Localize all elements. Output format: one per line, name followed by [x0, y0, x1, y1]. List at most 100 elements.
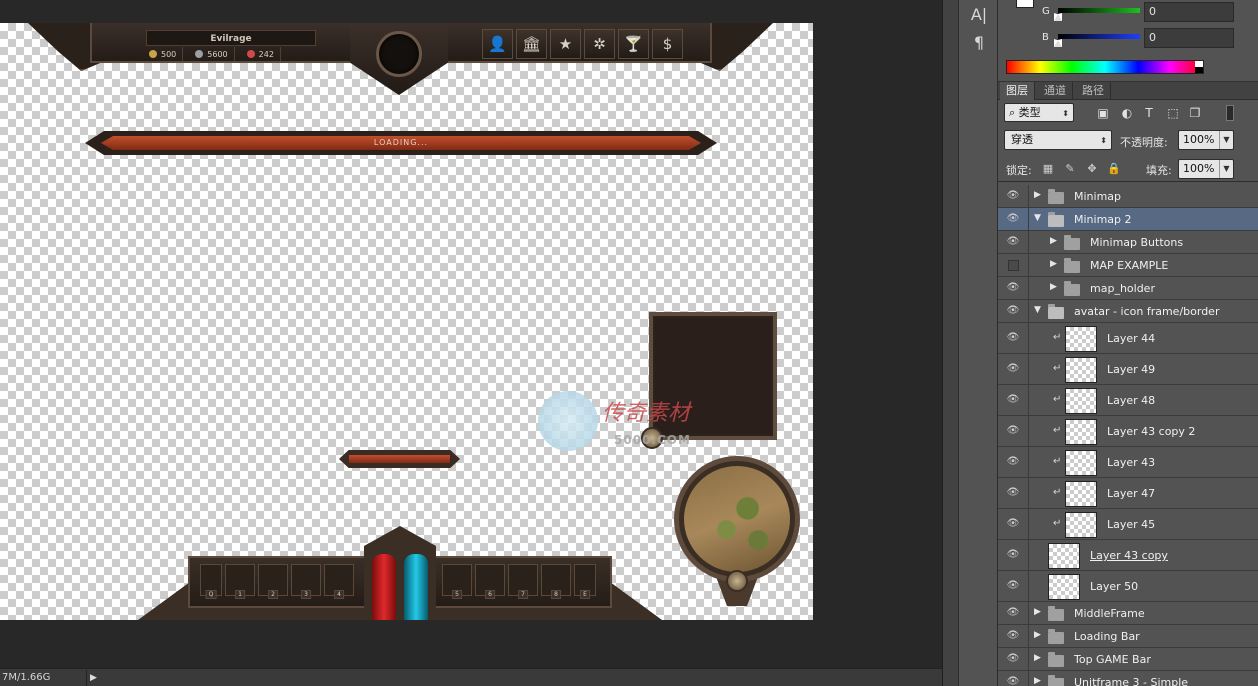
- expand-arrow-icon[interactable]: ▶: [1050, 236, 1057, 246]
- eye-icon[interactable]: 👁: [1006, 518, 1020, 529]
- status-menu-arrow-icon[interactable]: ▶: [86, 670, 100, 686]
- layer-row[interactable]: 👁 ↵ Layer 43 copy 2: [998, 416, 1258, 447]
- paragraph-tool-icon[interactable]: ¶: [968, 32, 990, 54]
- group-row[interactable]: 👁 ▶ Unitframe 3 - Simple: [998, 671, 1258, 686]
- visibility-toggle[interactable]: [1008, 260, 1019, 271]
- eye-icon[interactable]: 👁: [1006, 332, 1020, 343]
- group-row[interactable]: 👁 ▶ Top GAME Bar: [998, 648, 1258, 671]
- lock-transparent-icon[interactable]: ▦: [1040, 161, 1056, 177]
- group-row[interactable]: ▶ MAP EXAMPLE: [998, 254, 1258, 277]
- fill-dropdown-icon[interactable]: ▼: [1219, 160, 1233, 178]
- tab-2[interactable]: 路径: [1076, 82, 1111, 100]
- slider-track[interactable]: [1058, 8, 1140, 13]
- layer-name: Layer 43 copy: [1090, 549, 1168, 562]
- trophy-button[interactable]: 🍸: [618, 29, 649, 59]
- document-canvas[interactable]: Evilrage 500 5600 242 👤 🏛 ★ ✲ 🍸 $ LOADING... 传奇…: [0, 23, 813, 620]
- eye-icon[interactable]: 👁: [1006, 363, 1020, 374]
- opacity-field[interactable]: 100% ▼: [1178, 130, 1234, 150]
- layer-row[interactable]: 👁 Layer 50: [998, 571, 1258, 602]
- slider-value-field[interactable]: 0: [1144, 28, 1234, 48]
- filter-toggle[interactable]: [1226, 105, 1234, 121]
- lock-all-icon[interactable]: 🔒: [1106, 161, 1122, 177]
- watermark: 传奇素材 5000.COM: [538, 389, 728, 459]
- expand-arrow-icon[interactable]: ▶: [1034, 676, 1041, 686]
- foreground-swatch[interactable]: [1016, 0, 1034, 8]
- eye-icon[interactable]: 👁: [1006, 305, 1020, 316]
- layer-row[interactable]: 👁 ↵ Layer 47: [998, 478, 1258, 509]
- expand-arrow-icon[interactable]: ▶: [1034, 607, 1041, 617]
- eye-icon[interactable]: 👁: [1006, 394, 1020, 405]
- collapse-arrow-icon[interactable]: ▼: [1034, 213, 1041, 223]
- expand-arrow-icon[interactable]: ▶: [1034, 653, 1041, 663]
- group-row[interactable]: 👁 ▶ Loading Bar: [998, 625, 1258, 648]
- shop-icon: $: [662, 35, 673, 53]
- eye-icon[interactable]: 👁: [1006, 213, 1020, 224]
- folder-icon: [1064, 235, 1080, 250]
- currency-value: 242: [258, 49, 274, 59]
- eye-icon[interactable]: 👁: [1006, 456, 1020, 467]
- expand-arrow-icon[interactable]: ▶: [1050, 282, 1057, 292]
- star-button[interactable]: ★: [550, 29, 581, 59]
- fill-value: 100%: [1183, 162, 1215, 175]
- shop-button[interactable]: $: [652, 29, 683, 59]
- vertical-scrollbar[interactable]: [942, 0, 958, 686]
- tab-1[interactable]: 通道: [1038, 82, 1073, 100]
- eye-icon[interactable]: 👁: [1006, 190, 1020, 201]
- document-workspace[interactable]: Evilrage 500 5600 242 👤 🏛 ★ ✲ 🍸 $ LOADING... 传奇…: [0, 0, 942, 668]
- eye-column-divider: [1028, 509, 1029, 539]
- eye-icon[interactable]: 👁: [1006, 607, 1020, 618]
- eye-icon[interactable]: 👁: [1006, 630, 1020, 641]
- layer-row[interactable]: 👁 ↵ Layer 49: [998, 354, 1258, 385]
- blend-mode-select[interactable]: 穿透 ⬍: [1004, 130, 1112, 150]
- eye-icon[interactable]: 👁: [1006, 487, 1020, 498]
- lock-pixels-icon[interactable]: ✎: [1062, 161, 1078, 177]
- eye-icon[interactable]: 👁: [1006, 676, 1020, 686]
- fill-field[interactable]: 100% ▼: [1178, 159, 1234, 179]
- slider-value-field[interactable]: 0: [1144, 2, 1234, 22]
- filter-type-select[interactable]: ⌕ 类型 ⬍: [1004, 103, 1074, 122]
- slider-track[interactable]: [1058, 34, 1140, 39]
- slider-thumb[interactable]: [1054, 13, 1062, 21]
- layer-row[interactable]: 👁 ↵ Layer 48: [998, 385, 1258, 416]
- layer-row[interactable]: 👁 Layer 43 copy: [998, 540, 1258, 571]
- eye-icon[interactable]: 👁: [1006, 580, 1020, 591]
- group-row[interactable]: 👁 ▶ map_holder: [998, 277, 1258, 300]
- collapse-arrow-icon[interactable]: ▼: [1034, 305, 1041, 315]
- group-row[interactable]: 👁 ▶ Minimap Buttons: [998, 231, 1258, 254]
- group-row[interactable]: 👁 ▼ avatar - icon frame/border: [998, 300, 1258, 323]
- layer-thumbnail: [1065, 388, 1097, 414]
- expand-arrow-icon[interactable]: ▶: [1034, 630, 1041, 640]
- type-filter-icon[interactable]: T: [1140, 104, 1158, 122]
- expand-arrow-icon[interactable]: ▶: [1050, 259, 1057, 269]
- eye-icon[interactable]: 👁: [1006, 282, 1020, 293]
- eye-icon[interactable]: 👁: [1006, 653, 1020, 664]
- color-spectrum[interactable]: [1006, 60, 1204, 74]
- shape-filter-icon[interactable]: ⬚: [1164, 104, 1182, 122]
- slider-thumb[interactable]: [1054, 39, 1062, 47]
- eye-icon[interactable]: 👁: [1006, 236, 1020, 247]
- tab-0[interactable]: 图层: [1000, 82, 1035, 100]
- layer-row[interactable]: 👁 ↵ Layer 45: [998, 509, 1258, 540]
- eye-icon[interactable]: 👁: [1006, 425, 1020, 436]
- group-row[interactable]: 👁 ▶ Minimap: [998, 185, 1258, 208]
- character-tool-icon[interactable]: A|: [968, 4, 990, 26]
- opacity-dropdown-icon[interactable]: ▼: [1219, 131, 1233, 149]
- adjustment-filter-icon[interactable]: ◐: [1118, 104, 1136, 122]
- group-row[interactable]: 👁 ▼ Minimap 2: [998, 208, 1258, 231]
- smart-object-filter-icon[interactable]: ❐: [1186, 104, 1204, 122]
- character-button[interactable]: 👤: [482, 29, 513, 59]
- group-row[interactable]: 👁 ▶ MiddleFrame: [998, 602, 1258, 625]
- eye-column-divider: [1028, 416, 1029, 446]
- eye-icon[interactable]: 👁: [1006, 549, 1020, 560]
- expand-arrow-icon[interactable]: ▶: [1034, 190, 1041, 200]
- layer-thumbnail: [1065, 326, 1097, 352]
- layer-row[interactable]: 👁 ↵ Layer 44: [998, 323, 1258, 354]
- eye-column-divider: [1028, 277, 1029, 299]
- guild-button[interactable]: 🏛: [516, 29, 547, 59]
- folder-icon: [1048, 212, 1064, 227]
- skill-slot: 8: [541, 564, 571, 599]
- layer-row[interactable]: 👁 ↵ Layer 43: [998, 447, 1258, 478]
- pixel-filter-icon[interactable]: ▣: [1094, 104, 1112, 122]
- settings-button[interactable]: ✲: [584, 29, 615, 59]
- lock-position-icon[interactable]: ✥: [1084, 161, 1100, 177]
